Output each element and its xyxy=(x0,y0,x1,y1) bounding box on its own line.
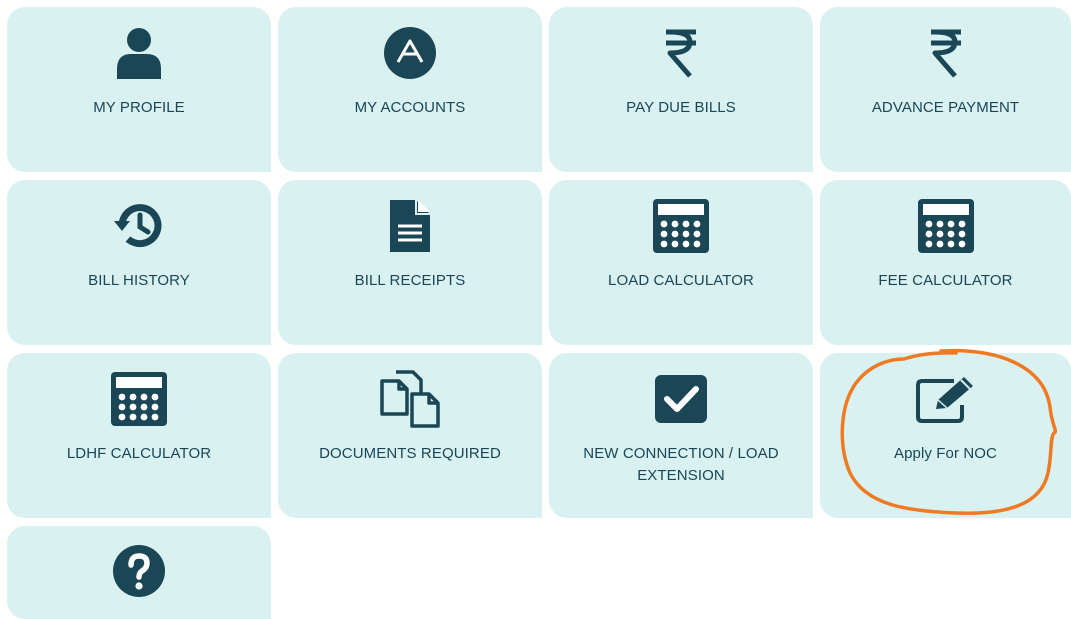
calculator-icon xyxy=(7,371,271,427)
history-icon xyxy=(7,198,271,254)
tile-advance-payment[interactable]: ADVANCE PAYMENT xyxy=(820,7,1071,172)
rupee-icon xyxy=(820,25,1071,81)
tile-load-calculator[interactable]: LOAD CALCULATOR xyxy=(549,180,813,345)
tile-label: PAY DUE BILLS xyxy=(626,99,736,116)
tile-bill-history[interactable]: BILL HISTORY xyxy=(7,180,271,345)
tile-label: MY ACCOUNTS xyxy=(354,99,466,116)
tile-pay-due-bills[interactable]: PAY DUE BILLS xyxy=(549,7,813,172)
tile-label: FEE CALCULATOR xyxy=(878,272,1013,289)
tile-label: DOCUMENTS REQUIRED xyxy=(319,445,501,462)
tile-label: Apply For NOC xyxy=(894,445,997,462)
calculator-icon xyxy=(549,198,813,254)
tile-fee-calculator[interactable]: FEE CALCULATOR xyxy=(820,180,1071,345)
tile-help[interactable] xyxy=(7,526,271,619)
tile-my-accounts[interactable]: MY ACCOUNTS xyxy=(278,7,542,172)
tile-label: LDHF CALCULATOR xyxy=(66,445,212,462)
tile-label: MY PROFILE xyxy=(93,99,185,116)
tile-documents-required[interactable]: DOCUMENTS REQUIRED xyxy=(278,353,542,518)
tile-new-connection-load-extension[interactable]: NEW CONNECTION / LOAD EXTENSION xyxy=(549,353,813,518)
tile-my-profile[interactable]: MY PROFILE xyxy=(7,7,271,172)
tile-label: ADVANCE PAYMENT xyxy=(871,99,1020,116)
dashboard-tile-grid: MY PROFILE MY ACCOUNTS PAY DUE BILLS ADV… xyxy=(0,0,1071,619)
accounts-icon xyxy=(278,25,542,81)
tile-apply-for-noc[interactable]: Apply For NOC xyxy=(820,353,1071,518)
checkbox-icon xyxy=(549,371,813,427)
document-icon xyxy=(278,198,542,254)
tile-label: LOAD CALCULATOR xyxy=(608,272,754,289)
edit-icon xyxy=(820,371,1071,427)
tile-label: NEW CONNECTION / LOAD EXTENSION xyxy=(583,445,779,484)
calculator-icon xyxy=(820,198,1071,254)
rupee-icon xyxy=(549,25,813,81)
copy-documents-icon xyxy=(278,370,542,428)
tile-label: BILL RECEIPTS xyxy=(354,272,466,289)
tile-ldhf-calculator[interactable]: LDHF CALCULATOR xyxy=(7,353,271,518)
help-icon xyxy=(7,544,271,598)
tile-label: BILL HISTORY xyxy=(88,272,190,289)
tile-bill-receipts[interactable]: BILL RECEIPTS xyxy=(278,180,542,345)
user-icon xyxy=(7,25,271,81)
